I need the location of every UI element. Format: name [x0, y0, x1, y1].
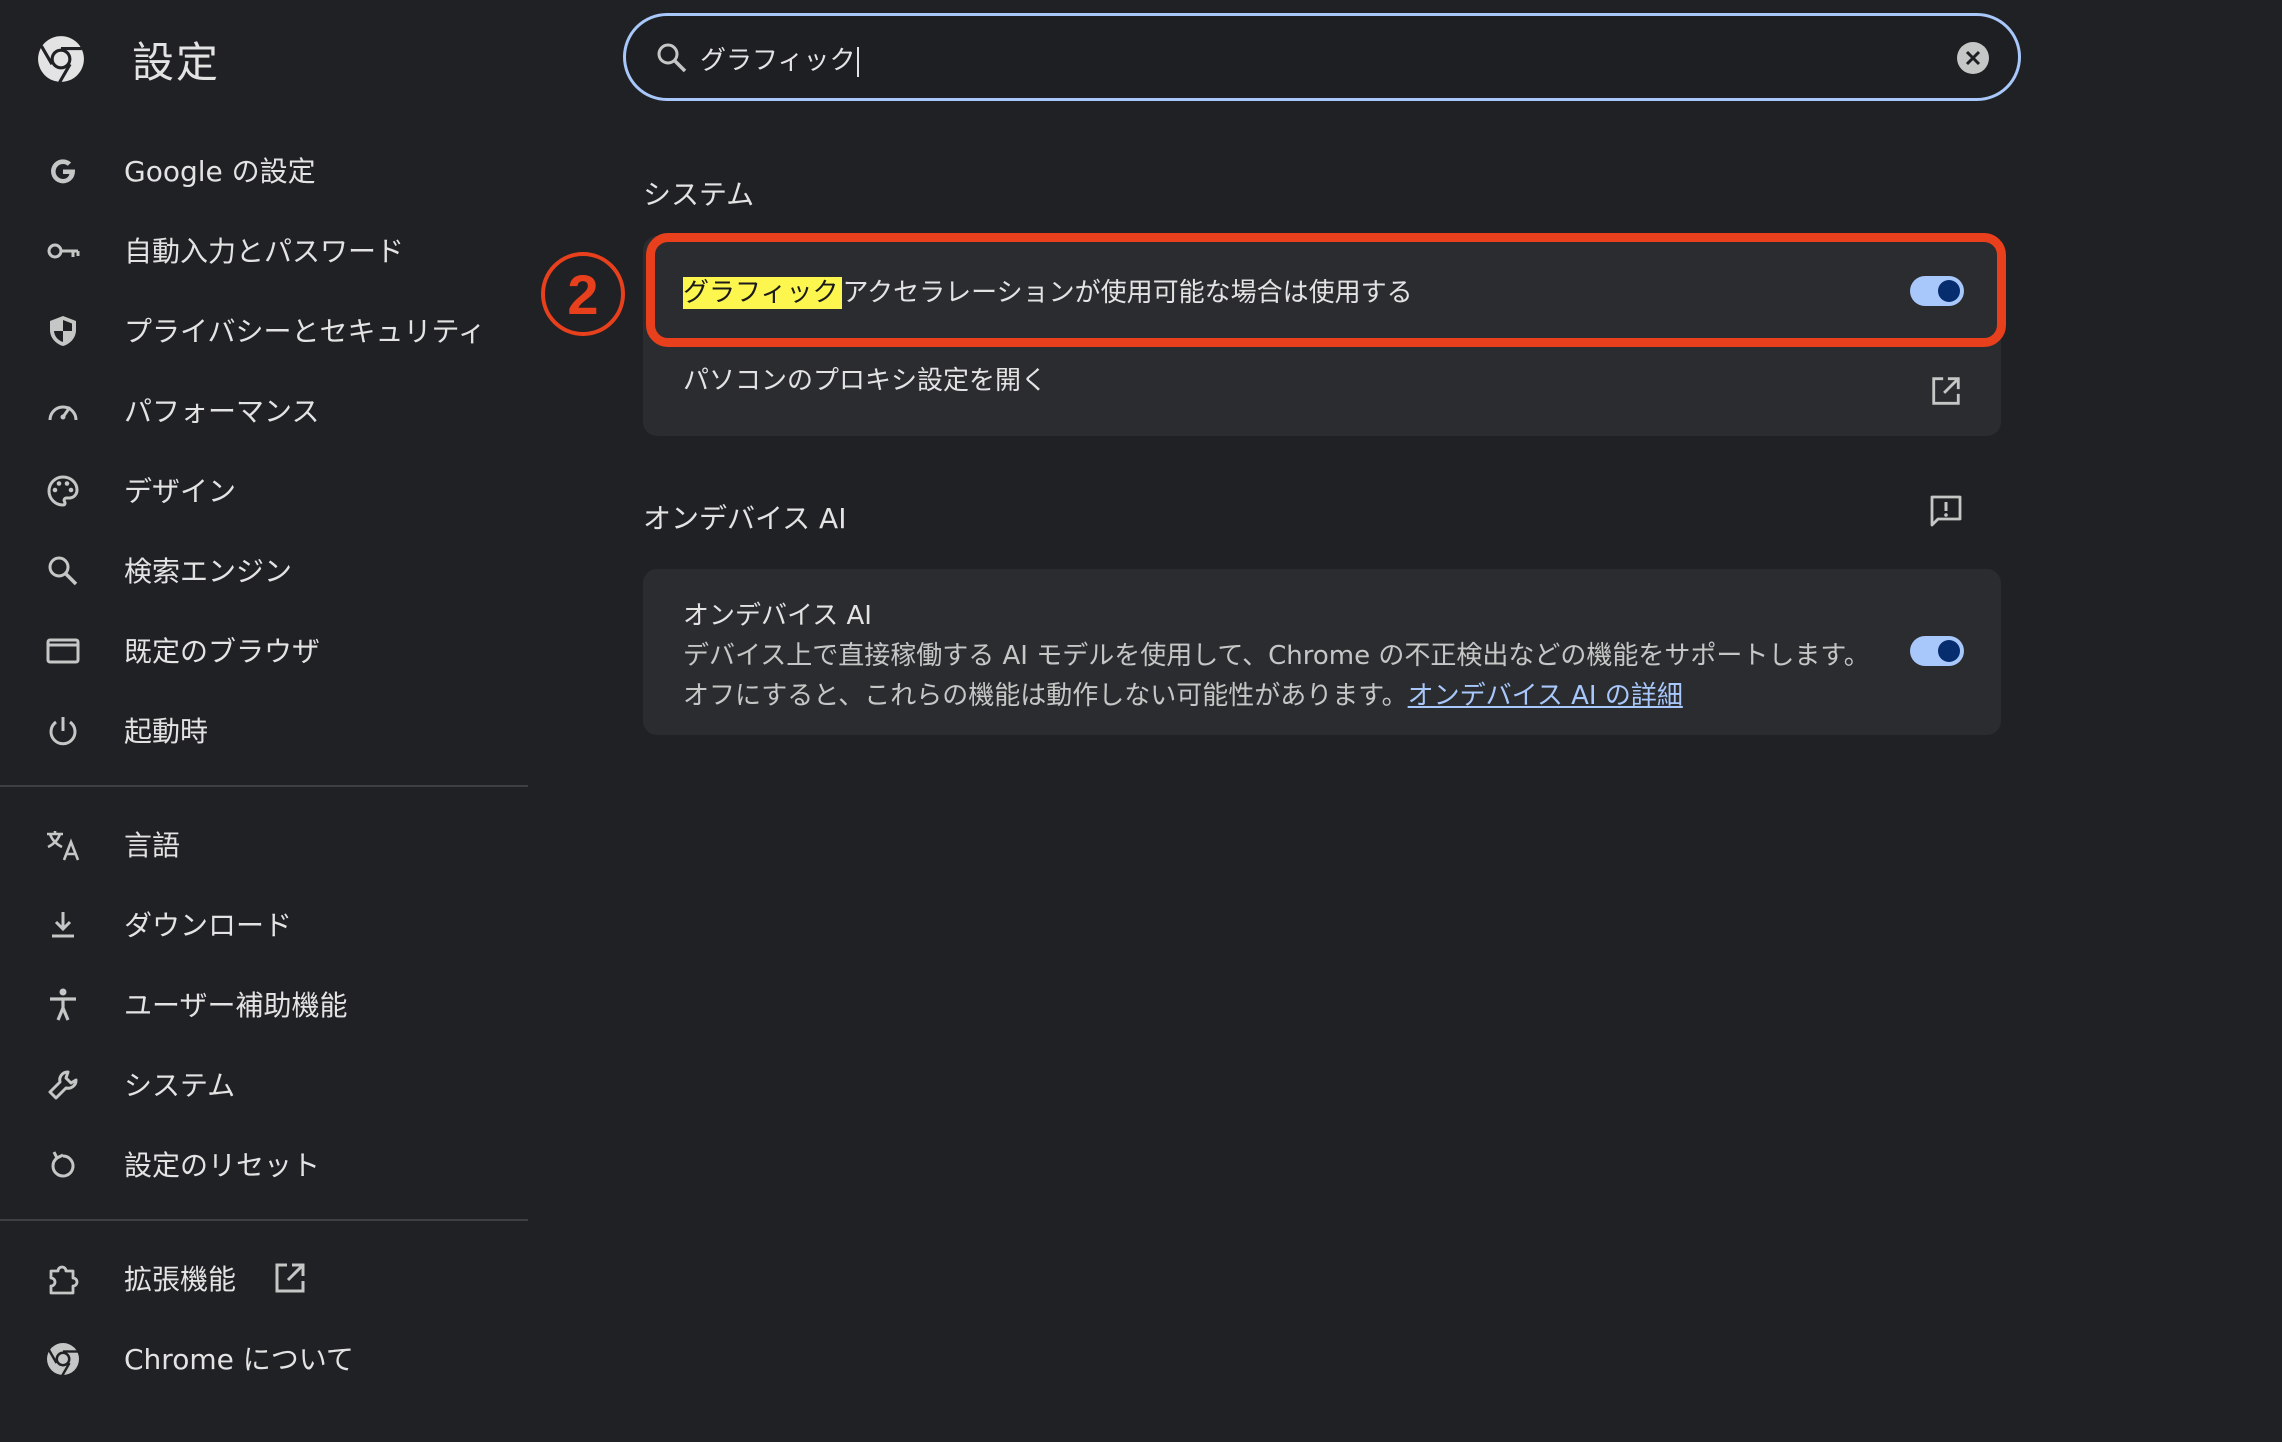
text-caret [857, 46, 860, 77]
ondevice-ai-card: オンデバイス AI デバイス上で直接稼働する AI モデルを使用して、Chrom… [643, 569, 2001, 735]
sidebar-item-privacy[interactable]: プライバシーとセキュリティ [0, 290, 528, 370]
ondevice-ai-desc-line1: デバイス上で直接稼働する AI モデルを使用して、Chrome の不正検出などの… [683, 641, 1870, 671]
translate-icon [44, 826, 82, 864]
sidebar-item-label: プライバシーとセキュリティ [124, 315, 486, 348]
palette-icon [44, 472, 82, 510]
sidebar-item-accessibility[interactable]: ユーザー補助機能 [0, 964, 528, 1044]
sidebar-item-startup[interactable]: 起動時 [0, 690, 528, 770]
feedback-icon[interactable] [1929, 494, 1963, 528]
sidebar-item-label: パフォーマンス [124, 395, 320, 428]
sidebar-item-languages[interactable]: 言語 [0, 804, 528, 884]
power-icon [44, 712, 82, 750]
key-icon [44, 232, 82, 270]
search-field[interactable]: グラフィック [623, 13, 2021, 101]
sidebar-item-label: 自動入力とパスワード [124, 235, 405, 268]
sidebar-item-search-engine[interactable]: 検索エンジン [0, 530, 528, 610]
sidebar-item-label: 設定のリセット [124, 1149, 321, 1182]
section-title-system: システム [643, 178, 755, 211]
sidebar-item-autofill[interactable]: 自動入力とパスワード [0, 210, 528, 290]
search-icon [44, 552, 82, 590]
sidebar-item-system[interactable]: システム [0, 1044, 528, 1124]
sidebar-item-default-browser[interactable]: 既定のブラウザ [0, 610, 528, 690]
section-title-ondevice-ai: オンデバイス AI [643, 502, 847, 535]
wrench-icon [44, 1066, 82, 1104]
open-in-new-icon [272, 1260, 308, 1296]
sidebar-item-appearance[interactable]: デザイン [0, 450, 528, 530]
chrome-logo-icon [38, 36, 84, 84]
ondevice-ai-learn-more-link[interactable]: オンデバイス AI の詳細 [1408, 681, 1683, 711]
sidebar-item-label: デザイン [124, 475, 237, 508]
ondevice-ai-row-title: オンデバイス AI [683, 601, 872, 631]
reset-icon [44, 1146, 82, 1184]
sidebar-item-google[interactable]: Google の設定 [0, 130, 528, 210]
sidebar-divider [0, 785, 528, 787]
browser-window-icon [44, 632, 82, 670]
shield-icon [44, 312, 82, 350]
sidebar-item-downloads[interactable]: ダウンロード [0, 884, 528, 964]
download-icon [44, 906, 82, 944]
ondevice-ai-desc-text: オフにすると、これらの機能は動作しない可能性があります。 [683, 681, 1408, 711]
annotation-step-badge: 2 [541, 252, 625, 336]
accessibility-icon [44, 986, 82, 1024]
ondevice-ai-desc-line2: オフにすると、これらの機能は動作しない可能性があります。オンデバイス AI の詳… [683, 675, 1683, 712]
page-title: 設定 [132, 37, 221, 87]
search-icon [654, 40, 690, 76]
speedometer-icon [44, 392, 82, 430]
ondevice-ai-toggle[interactable] [1910, 636, 1964, 666]
sidebar-item-label: Google の設定 [124, 155, 316, 188]
search-input-value: グラフィック [700, 46, 856, 76]
google-g-icon [44, 152, 82, 190]
annotation-highlight-box [646, 233, 2006, 347]
sidebar-item-label: ダウンロード [124, 909, 293, 942]
chrome-logo-icon [44, 1340, 82, 1378]
sidebar-item-label: 検索エンジン [124, 555, 293, 588]
sidebar-item-label: Chrome について [124, 1343, 354, 1376]
sidebar-item-label: 既定のブラウザ [124, 635, 321, 668]
sidebar-item-performance[interactable]: パフォーマンス [0, 370, 528, 450]
proxy-label: パソコンのプロキシ設定を開く [683, 366, 1048, 396]
sidebar-item-extensions[interactable]: 拡張機能 [0, 1238, 528, 1318]
open-in-new-icon [1929, 374, 1963, 408]
sidebar-item-label: 拡張機能 [124, 1263, 237, 1296]
sidebar-item-label: ユーザー補助機能 [124, 989, 348, 1022]
sidebar-item-reset[interactable]: 設定のリセット [0, 1124, 528, 1204]
settings-window: 設定 Google の設定 自動入力とパスワード プライバシーとセキュリティ パ… [0, 0, 2282, 1442]
search-input[interactable]: グラフィック [700, 40, 860, 77]
sidebar-item-label: 言語 [124, 829, 181, 862]
sidebar-item-label: システム [124, 1069, 236, 1102]
sidebar-item-about[interactable]: Chrome について [0, 1318, 528, 1398]
brand-header: 設定 [36, 32, 220, 87]
puzzle-icon [44, 1260, 82, 1298]
sidebar-divider [0, 1219, 528, 1221]
toggle-knob [1938, 640, 1960, 662]
sidebar-item-label: 起動時 [124, 715, 209, 748]
clear-circle-icon[interactable] [1956, 41, 1990, 75]
